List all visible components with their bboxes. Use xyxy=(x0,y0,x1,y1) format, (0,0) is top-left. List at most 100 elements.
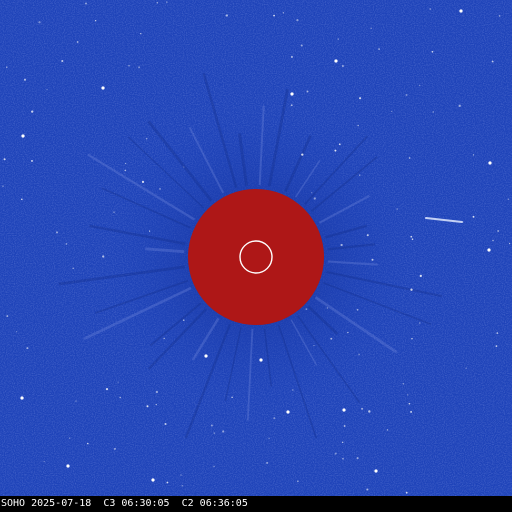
faint-star xyxy=(31,159,33,162)
bright-star xyxy=(151,478,155,482)
faint-star xyxy=(180,474,182,476)
faint-star xyxy=(396,208,398,210)
faint-star xyxy=(31,110,34,113)
faint-star xyxy=(163,337,165,340)
faint-star xyxy=(149,230,151,232)
faint-star xyxy=(411,238,414,240)
faint-star xyxy=(402,383,405,385)
faint-star xyxy=(128,64,130,67)
faint-star xyxy=(305,308,308,311)
faint-star xyxy=(222,430,225,433)
faint-star xyxy=(311,192,313,194)
bright-star xyxy=(290,92,294,96)
faint-star xyxy=(313,344,315,347)
faint-star xyxy=(225,14,228,17)
bright-star xyxy=(374,469,378,473)
faint-star xyxy=(341,441,344,444)
faint-star xyxy=(105,387,109,391)
faint-star xyxy=(347,331,349,334)
faint-star xyxy=(68,437,71,440)
faint-star xyxy=(491,60,494,63)
faint-star xyxy=(410,288,413,291)
faint-star xyxy=(61,59,64,63)
faint-star xyxy=(359,174,361,176)
bright-star xyxy=(204,354,208,358)
faint-star xyxy=(330,337,333,340)
faint-star xyxy=(231,396,233,399)
faint-star xyxy=(337,38,339,40)
faint-star xyxy=(472,154,475,156)
faint-star xyxy=(124,169,127,172)
faint-star xyxy=(408,157,411,159)
faint-star xyxy=(164,422,167,426)
faint-star xyxy=(334,149,337,152)
faint-star xyxy=(21,198,23,201)
faint-star xyxy=(419,84,421,86)
faint-star xyxy=(43,460,45,463)
faint-star xyxy=(495,345,498,347)
bright-star xyxy=(101,86,105,90)
faint-star xyxy=(273,14,275,17)
faint-star xyxy=(6,66,8,68)
faint-star xyxy=(405,491,408,494)
faint-star xyxy=(496,332,499,334)
faint-star xyxy=(356,457,359,460)
faint-star xyxy=(113,447,116,450)
bright-star xyxy=(459,9,463,13)
faint-star xyxy=(102,255,105,258)
faint-star xyxy=(429,8,432,10)
faint-star xyxy=(407,394,409,396)
faint-star xyxy=(145,137,148,140)
faint-star xyxy=(341,64,344,68)
faint-star xyxy=(156,2,158,4)
faint-star xyxy=(213,432,215,434)
faint-star xyxy=(357,124,359,127)
faint-star xyxy=(419,274,422,278)
faint-star xyxy=(370,27,372,29)
faint-star xyxy=(282,12,285,14)
faint-star xyxy=(386,429,389,431)
faint-star xyxy=(296,18,299,22)
faint-star xyxy=(182,319,185,322)
faint-star xyxy=(6,315,9,318)
bright-star xyxy=(334,59,338,63)
faint-star xyxy=(183,166,185,168)
faint-star xyxy=(326,307,329,309)
faint-star xyxy=(125,163,127,165)
faint-star xyxy=(419,322,421,324)
faint-star xyxy=(306,90,309,93)
faint-star xyxy=(497,229,500,233)
faint-star xyxy=(84,2,88,5)
faint-star xyxy=(65,243,68,245)
faint-star xyxy=(508,242,511,245)
faint-star xyxy=(342,458,344,460)
faint-star xyxy=(72,267,74,270)
faint-star xyxy=(291,389,294,391)
faint-star xyxy=(155,403,157,406)
faint-star xyxy=(290,104,293,107)
bright-star xyxy=(66,464,70,468)
observation-caption: SOHO 2025-07-18 C3 06:30:05 C2 06:36:05 xyxy=(1,498,248,509)
faint-star xyxy=(26,347,29,350)
faint-star xyxy=(359,97,362,100)
faint-star xyxy=(113,211,115,213)
faint-star xyxy=(361,407,364,410)
faint-star xyxy=(210,424,213,427)
faint-star xyxy=(458,104,461,107)
faint-star xyxy=(75,400,77,402)
faint-star xyxy=(138,66,141,69)
faint-star xyxy=(378,48,381,51)
faint-star xyxy=(366,488,369,491)
faint-star xyxy=(16,331,18,333)
faint-star xyxy=(273,417,276,420)
faint-star xyxy=(119,396,121,399)
faint-star xyxy=(366,234,369,237)
faint-star xyxy=(410,410,413,413)
faint-star xyxy=(297,480,299,482)
bright-star xyxy=(487,248,491,252)
faint-star xyxy=(432,111,434,113)
faint-star xyxy=(507,198,510,201)
faint-star xyxy=(117,381,119,383)
coronagraph-frame: SOHO 2025-07-18 C3 06:30:05 C2 06:36:05 xyxy=(0,0,512,512)
faint-star xyxy=(405,94,408,96)
